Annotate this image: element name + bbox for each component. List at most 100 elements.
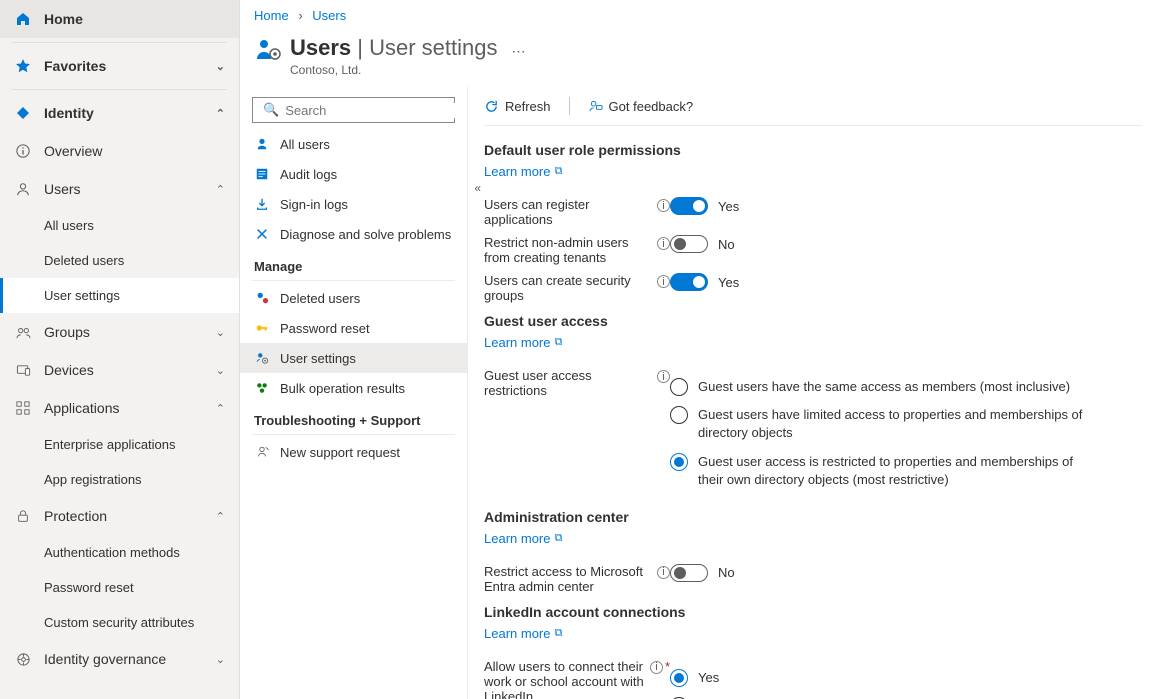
chevron-down-icon: ⌄ (216, 364, 225, 377)
setting-label: Allow users to connect their work or sch… (484, 659, 644, 699)
page-title-bold: Users (290, 35, 351, 60)
star-icon (14, 57, 32, 75)
radio-guest-option-1[interactable]: Guest users have limited access to prope… (670, 406, 1090, 442)
menu-audit-logs[interactable]: Audit logs (240, 159, 467, 189)
identity-icon (14, 104, 32, 122)
sidebar-label: Enterprise applications (44, 437, 176, 452)
main-sidebar: Home Favorites ⌄ Identity ⌃ Overview Use… (0, 0, 240, 699)
person-icon (254, 136, 270, 152)
breadcrumb-home[interactable]: Home (254, 8, 289, 23)
menu-all-users[interactable]: All users (240, 129, 467, 159)
menu-bulk-ops[interactable]: Bulk operation results (240, 373, 467, 403)
sidebar-item-password-reset[interactable]: Password reset (0, 570, 239, 605)
sidebar-item-applications[interactable]: Applications ⌃ (0, 389, 239, 427)
learn-more-link[interactable]: Learn more⧉ (484, 335, 562, 350)
toggle-create-groups[interactable] (670, 273, 708, 291)
info-icon[interactable]: i (650, 661, 663, 674)
sidebar-item-auth-methods[interactable]: Authentication methods (0, 535, 239, 570)
chevron-up-icon: ⌃ (216, 107, 225, 120)
sidebar-label: App registrations (44, 472, 142, 487)
breadcrumb-users[interactable]: Users (312, 8, 346, 23)
sidebar-item-groups[interactable]: Groups ⌄ (0, 313, 239, 351)
sidebar-item-deleted-users[interactable]: Deleted users (0, 243, 239, 278)
menu-deleted-users[interactable]: Deleted users (240, 283, 467, 313)
menu-label: Sign-in logs (280, 197, 348, 212)
sidebar-item-users[interactable]: Users ⌃ (0, 170, 239, 208)
chevron-up-icon: ⌃ (216, 402, 225, 415)
users-settings-icon (254, 35, 282, 63)
user-settings-icon (254, 350, 270, 366)
signin-icon (254, 196, 270, 212)
sidebar-item-enterprise-apps[interactable]: Enterprise applications (0, 427, 239, 462)
learn-more-link[interactable]: Learn more⧉ (484, 626, 562, 641)
sidebar-item-protection[interactable]: Protection ⌃ (0, 497, 239, 535)
button-label: Got feedback? (609, 99, 694, 114)
radio-guest-option-0[interactable]: Guest users have the same access as memb… (670, 378, 1090, 396)
menu-label: Deleted users (280, 291, 360, 306)
chevron-up-icon: ⌃ (216, 510, 225, 523)
menu-diagnose[interactable]: Diagnose and solve problems (240, 219, 467, 249)
sidebar-item-home[interactable]: Home (0, 0, 239, 38)
radio-linkedin-option-0[interactable]: Yes (670, 669, 1090, 687)
more-button[interactable]: ⋯ (512, 43, 526, 60)
setting-label: Restrict access to Microsoft Entra admin… (484, 564, 651, 594)
info-icon[interactable]: i (657, 237, 670, 250)
refresh-button[interactable]: Refresh (484, 99, 551, 114)
sidebar-label: Deleted users (44, 253, 124, 268)
section-header-default-perm: Default user role permissions (484, 142, 1142, 158)
radio-label: Guest users have limited access to prope… (698, 406, 1090, 442)
info-icon[interactable]: i (657, 370, 670, 383)
toggle-register-apps[interactable] (670, 197, 708, 215)
radio-icon (670, 669, 688, 687)
info-icon[interactable]: i (657, 566, 670, 579)
menu-user-settings[interactable]: User settings (240, 343, 467, 373)
feedback-button[interactable]: Got feedback? (588, 99, 694, 114)
radio-guest-option-2[interactable]: Guest user access is restricted to prope… (670, 453, 1090, 489)
sidebar-item-identity[interactable]: Identity ⌃ (0, 94, 239, 132)
search-box[interactable]: 🔍 (252, 97, 455, 123)
toggle-value: Yes (718, 275, 739, 290)
sidebar-label: Favorites (44, 58, 106, 74)
search-input[interactable] (285, 103, 461, 118)
sidebar-item-devices[interactable]: Devices ⌄ (0, 351, 239, 389)
sidebar-label: Custom security attributes (44, 615, 194, 630)
toggle-value: No (718, 565, 735, 580)
sidebar-label: Devices (44, 362, 94, 378)
sidebar-item-app-registrations[interactable]: App registrations (0, 462, 239, 497)
collapse-menu-button[interactable]: « (474, 181, 481, 195)
setting-label: Users can register applications (484, 197, 651, 227)
setting-label: Users can create security groups (484, 273, 651, 303)
learn-more-link[interactable]: Learn more⧉ (484, 164, 562, 179)
info-icon[interactable]: i (657, 199, 670, 212)
search-icon: 🔍 (263, 102, 279, 118)
info-icon[interactable]: i (657, 275, 670, 288)
menu-label: New support request (280, 445, 400, 460)
menu-signin-logs[interactable]: Sign-in logs (240, 189, 467, 219)
breadcrumb: Home › Users (240, 0, 1158, 31)
menu-label: Password reset (280, 321, 370, 336)
governance-icon (14, 650, 32, 668)
sidebar-item-all-users[interactable]: All users (0, 208, 239, 243)
chevron-down-icon: ⌄ (216, 326, 225, 339)
toggle-restrict-admin[interactable] (670, 564, 708, 582)
sidebar-item-favorites[interactable]: Favorites ⌄ (0, 47, 239, 85)
menu-password-reset[interactable]: Password reset (240, 313, 467, 343)
sidebar-item-identity-governance[interactable]: Identity governance ⌄ (0, 640, 239, 678)
learn-more-link[interactable]: Learn more⧉ (484, 531, 562, 546)
sidebar-item-user-settings[interactable]: User settings (0, 278, 239, 313)
external-icon: ⧉ (554, 336, 562, 349)
radio-label: Guest users have the same access as memb… (698, 378, 1070, 396)
menu-section-manage: Manage (240, 249, 467, 278)
sidebar-item-overview[interactable]: Overview (0, 132, 239, 170)
sidebar-label: Applications (44, 400, 120, 416)
sidebar-label: Users (44, 181, 81, 197)
setting-label: Guest user access restrictions (484, 368, 651, 398)
radio-icon (670, 453, 688, 471)
toggle-restrict-tenants[interactable] (670, 235, 708, 253)
radio-icon (670, 406, 688, 424)
external-icon: ⧉ (554, 532, 562, 545)
menu-new-support[interactable]: New support request (240, 437, 467, 467)
sidebar-item-custom-security[interactable]: Custom security attributes (0, 605, 239, 640)
chevron-down-icon: ⌄ (216, 653, 225, 666)
resource-menu: 🔍 « All users Audit logs Sign-in logs Di… (240, 87, 468, 699)
